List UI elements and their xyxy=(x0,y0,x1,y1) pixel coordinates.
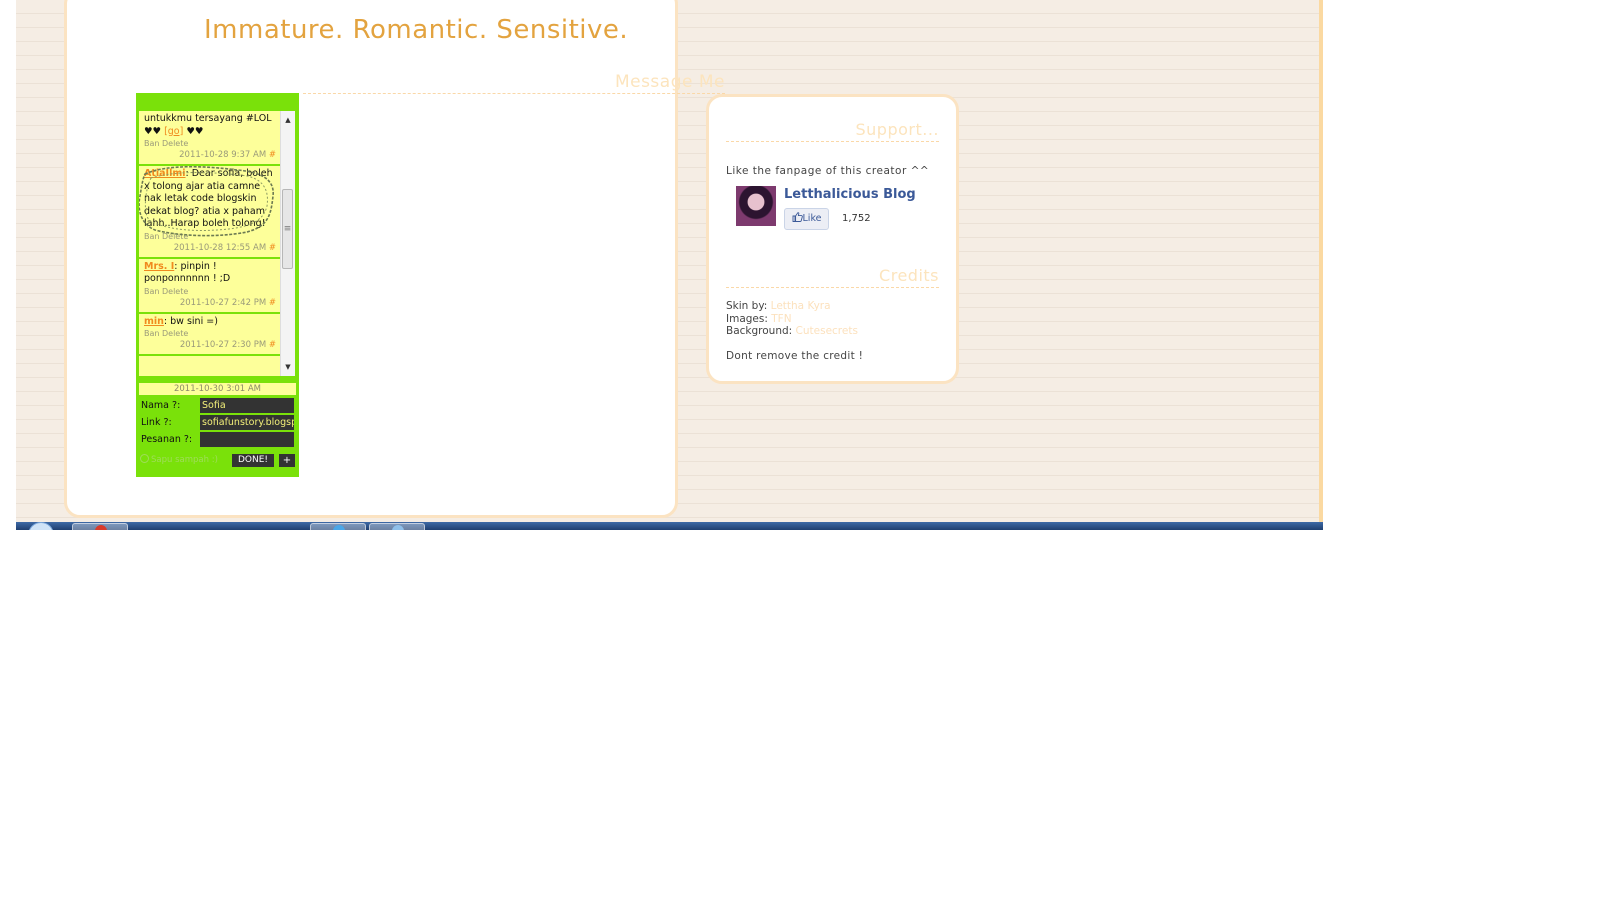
background-label: Background: xyxy=(726,325,793,337)
name-label: Nama ?: xyxy=(141,400,181,411)
permalink-hash[interactable]: # xyxy=(269,298,276,308)
message-actions[interactable]: Ban Delete xyxy=(144,286,276,297)
message-author-link[interactable]: AtiaIlmi xyxy=(144,168,186,179)
link-row: Link ?: sofiafunstory.blogspot xyxy=(140,415,296,431)
done-button[interactable]: DONE! xyxy=(232,454,274,467)
images-label: Images: xyxy=(726,312,768,325)
main-content-panel: Immature. Romantic. Sensitive. Message M… xyxy=(64,0,725,518)
link-label: Link ?: xyxy=(141,417,172,428)
scroll-down-icon[interactable]: ▼ xyxy=(281,360,295,374)
taskbar-browser-button[interactable] xyxy=(72,523,128,530)
start-button[interactable] xyxy=(28,522,54,530)
list-item: AtiaIlmi: Dear sofia, boleh x tolong aja… xyxy=(139,166,280,259)
message-row: Pesanan ?: xyxy=(140,432,296,448)
thumbs-up-icon xyxy=(792,212,803,222)
credits-list: Skin by: Lettha Kyra Images: TFN Backgro… xyxy=(726,300,858,338)
message-time: 2011-10-28 12:55 AM xyxy=(173,242,267,253)
blog-header-title: Immature. Romantic. Sensitive. xyxy=(204,15,629,45)
message-author-link[interactable]: min xyxy=(144,316,164,327)
skin-label: Skin by: xyxy=(726,300,768,312)
more-button[interactable]: + xyxy=(279,454,295,467)
like-count: 1,752 xyxy=(842,213,871,224)
radio-icon[interactable] xyxy=(140,454,149,463)
images-credit-link[interactable]: TFN xyxy=(771,313,791,325)
permalink-hash[interactable]: # xyxy=(269,243,276,253)
list-item: Mrs. I: pinpin ! ponponnnnnn ! ;D Ban De… xyxy=(139,259,280,314)
list-item: untukkmu tersayang #LOL ♥♥ [go] ♥♥ Ban D… xyxy=(139,111,280,166)
name-input[interactable]: Sofia xyxy=(200,398,294,413)
support-text: Like the fanpage of this creator ^^ xyxy=(726,165,930,177)
scroll-thumb[interactable]: ≡ xyxy=(282,189,293,269)
page-edge-stripe xyxy=(1319,0,1323,522)
message-time: 2011-10-27 2:30 PM xyxy=(179,340,267,350)
windows-taskbar xyxy=(16,522,1323,530)
permalink-hash[interactable]: # xyxy=(269,150,276,160)
message-actions[interactable]: Ban Delete xyxy=(144,328,276,339)
fanpage-avatar[interactable] xyxy=(736,186,776,226)
message-input[interactable] xyxy=(200,432,294,447)
sidebar-panel: Support... Like the fanpage of this crea… xyxy=(706,94,959,384)
permalink-hash[interactable]: # xyxy=(269,340,276,350)
message-actions[interactable]: Ban Delete xyxy=(144,231,276,242)
clean-option[interactable]: Sapu sampah :) xyxy=(140,453,218,467)
message-time: 2011-10-28 9:37 AM xyxy=(179,150,267,160)
credits-heading: Credits xyxy=(726,265,939,288)
support-heading: Support... xyxy=(726,119,939,142)
shoutbox-scrollbar[interactable]: ▲ ≡ ▼ xyxy=(280,111,295,376)
go-link[interactable]: [go] xyxy=(164,126,183,137)
link-input[interactable]: sofiafunstory.blogspot xyxy=(200,415,294,430)
scroll-up-icon[interactable]: ▲ xyxy=(281,113,295,127)
message-actions[interactable]: Ban Delete xyxy=(144,138,276,149)
fanpage-name-link[interactable]: Letthalicious Blog xyxy=(784,187,916,202)
like-button[interactable]: Like xyxy=(784,208,829,230)
browser-viewport: Immature. Romantic. Sensitive. Message M… xyxy=(16,0,1323,530)
skin-credit-link[interactable]: Lettha Kyra xyxy=(771,300,831,312)
shoutbox-widget: untukkmu tersayang #LOL ♥♥ [go] ♥♥ Ban D… xyxy=(136,93,299,477)
message-time: 2011-10-27 2:42 PM xyxy=(179,297,267,308)
taskbar-app-button[interactable] xyxy=(369,523,425,530)
shoutbox-current-time: 2011-10-30 3:01 AM xyxy=(139,383,296,395)
message-label: Pesanan ?: xyxy=(141,434,193,445)
taskbar-app-button[interactable] xyxy=(310,523,366,530)
credit-note: Dont remove the credit ! xyxy=(726,350,864,362)
name-row: Nama ?: Sofia xyxy=(140,398,296,414)
message-author-link[interactable]: Mrs. I xyxy=(144,261,174,272)
background-credit-link[interactable]: Cutesecrets xyxy=(796,325,858,337)
shoutbox-message-list[interactable]: untukkmu tersayang #LOL ♥♥ [go] ♥♥ Ban D… xyxy=(139,111,280,376)
clean-label: Sapu sampah :) xyxy=(151,455,218,465)
list-item: min: bw sini =) Ban Delete 2011-10-27 2:… xyxy=(139,314,280,356)
message-me-heading: Message Me xyxy=(303,71,725,94)
like-label: Like xyxy=(802,213,822,224)
